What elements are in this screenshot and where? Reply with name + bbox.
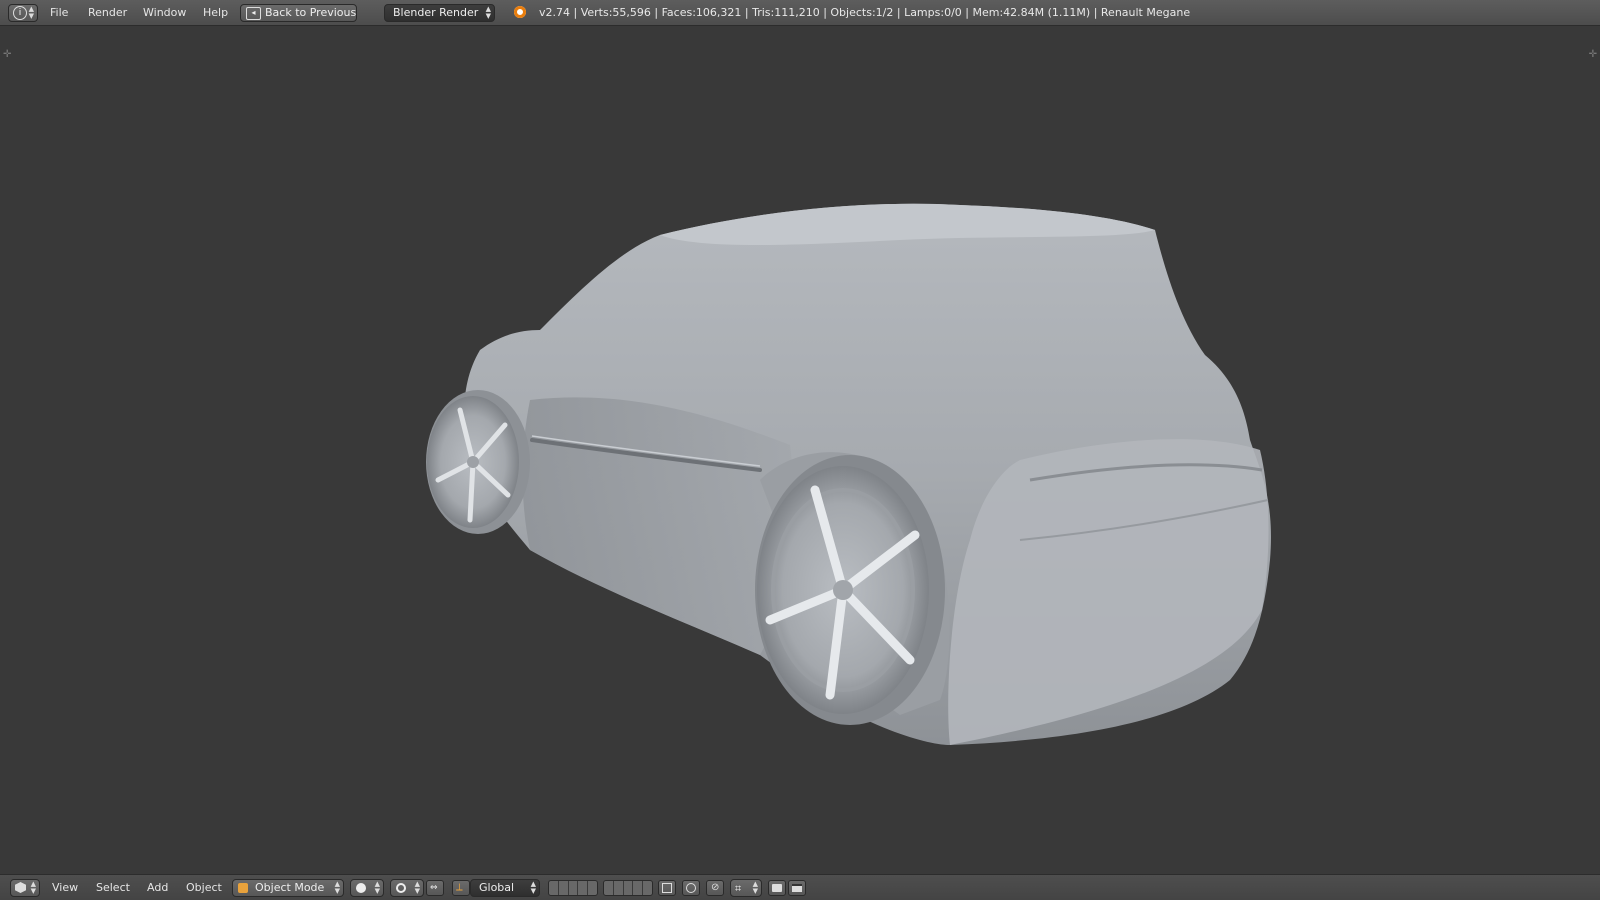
car-model[interactable] [0, 27, 1600, 874]
opengl-render-button[interactable] [768, 880, 786, 896]
snap-toggle[interactable]: ⊘ [706, 880, 724, 896]
updown-arrows-icon: ▲ ▼ [30, 880, 36, 895]
layer-button[interactable] [588, 881, 597, 895]
menu-help[interactable]: Help [203, 6, 228, 19]
orientation-label: Global [479, 881, 515, 894]
menu-add[interactable]: Add [147, 881, 168, 894]
3d-view-header: ▲ ▼ View Select Add Object Object Mode ▲ ▼… [0, 874, 1600, 900]
layer-button[interactable] [559, 881, 569, 895]
mode-select[interactable]: Object Mode ▲ ▼ [232, 879, 344, 897]
render-engine-label: Blender Render [393, 6, 479, 19]
updown-arrows-icon: ▲ ▼ [28, 5, 34, 20]
manipulator-icon: ⇔ [430, 883, 438, 893]
layer-button[interactable] [604, 881, 614, 895]
mode-label: Object Mode [255, 881, 325, 894]
car-rear-panel [948, 439, 1269, 745]
layer-button[interactable] [624, 881, 634, 895]
layer-lock-icon [662, 883, 672, 893]
magnet-icon: ⊘ [711, 882, 720, 893]
viewport-shading-select[interactable]: ▲ ▼ [350, 879, 384, 897]
menu-view[interactable]: View [52, 881, 78, 894]
info-icon: i [13, 6, 27, 20]
layer-button[interactable] [578, 881, 589, 895]
layer-buttons-group-2[interactable] [603, 880, 653, 896]
manipulator-toggle[interactable]: ⇔ [426, 880, 444, 896]
updown-arrows-icon: ▲ ▼ [485, 5, 491, 20]
clapper-icon [792, 884, 802, 892]
lock-camera-button[interactable] [658, 880, 676, 896]
proportional-editing-button[interactable] [682, 880, 700, 896]
updown-arrows-icon: ▲ ▼ [334, 880, 340, 895]
layer-button[interactable] [569, 881, 579, 895]
menu-window[interactable]: Window [143, 6, 186, 19]
layer-buttons-group-1[interactable] [548, 880, 598, 896]
3d-viewport[interactable]: ✛ ✛ [0, 27, 1600, 874]
back-to-previous-label: Back to Previous [265, 6, 357, 19]
view-type-button[interactable]: ▲ ▼ [10, 879, 40, 897]
layer-button[interactable] [633, 881, 644, 895]
layer-button[interactable] [643, 881, 652, 895]
scene-stats: v2.74 | Verts:55,596 | Faces:106,321 | T… [539, 6, 1191, 19]
snap-grid-icon: ⌗ [735, 882, 742, 895]
transform-manipulator-button[interactable]: ⟂ [452, 880, 470, 896]
updown-arrows-icon: ▲ ▼ [414, 880, 420, 895]
object-mode-icon [238, 883, 248, 893]
render-engine-select[interactable]: Blender Render ▲ ▼ [384, 4, 495, 22]
updown-arrows-icon: ▲ ▼ [530, 880, 536, 895]
pivot-point-select[interactable]: ▲ ▼ [390, 879, 424, 897]
orientation-select[interactable]: Global ▲ ▼ [470, 879, 540, 897]
back-to-previous-button[interactable]: ◂ Back to Previous [240, 4, 357, 22]
back-arrow-icon: ◂ [246, 7, 261, 20]
layer-button[interactable] [614, 881, 624, 895]
menu-select[interactable]: Select [96, 881, 130, 894]
opengl-animation-button[interactable] [788, 880, 806, 896]
solid-shading-icon [356, 883, 366, 893]
menu-object[interactable]: Object [186, 881, 222, 894]
camera-icon [772, 884, 782, 892]
menu-file[interactable]: File [50, 6, 68, 19]
blender-logo-icon [514, 6, 526, 18]
editor-type-button[interactable]: i ▲ ▼ [8, 4, 38, 22]
car-side-panel [522, 397, 794, 655]
updown-arrows-icon: ▲ ▼ [374, 880, 380, 895]
pivot-icon [396, 883, 406, 893]
updown-arrows-icon: ▲ ▼ [752, 880, 758, 895]
proportional-icon [686, 883, 696, 893]
view3d-icon [15, 882, 26, 893]
snap-element-select[interactable]: ⌗ ▲ ▼ [730, 879, 762, 897]
layer-button[interactable] [549, 881, 559, 895]
axis-icon: ⟂ [456, 882, 463, 893]
menu-render[interactable]: Render [88, 6, 127, 19]
info-header: i ▲ ▼ File Render Window Help ◂ Back to P… [0, 0, 1600, 26]
